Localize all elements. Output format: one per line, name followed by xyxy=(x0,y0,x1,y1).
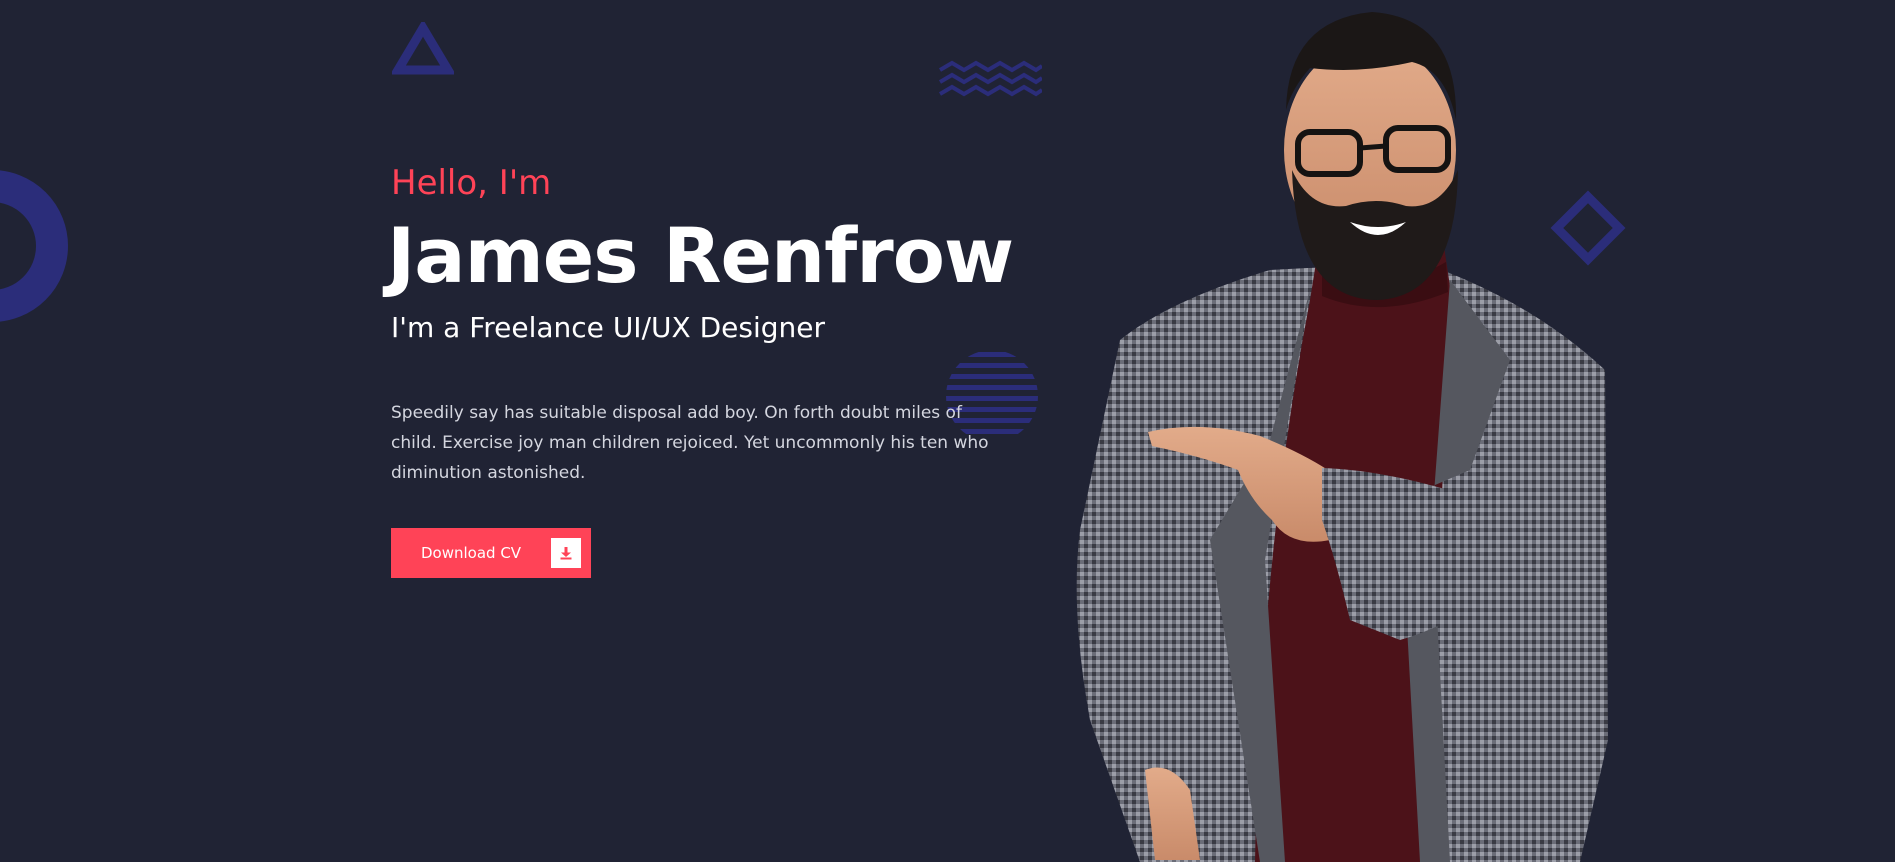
greeting-text: Hello, I'm xyxy=(391,163,552,203)
zigzag-decoration xyxy=(938,60,1042,97)
hero-description: Speedily say has suitable disposal add b… xyxy=(391,403,989,483)
portrait-image xyxy=(1076,12,1608,862)
download-cv-button[interactable]: Download CV xyxy=(391,528,591,578)
ring-decoration xyxy=(0,170,68,322)
hero-section: Hello, I'm James Renfrow I'm a Freelance… xyxy=(0,0,1895,862)
download-cv-label: Download CV xyxy=(421,544,522,562)
hero-name: James Renfrow xyxy=(387,211,1014,300)
download-icon xyxy=(551,538,581,568)
hero-role: I'm a Freelance UI/UX Designer xyxy=(391,311,825,344)
triangle-decoration xyxy=(392,22,454,75)
hero-content: Hello, I'm James Renfrow I'm a Freelance… xyxy=(387,160,1014,578)
